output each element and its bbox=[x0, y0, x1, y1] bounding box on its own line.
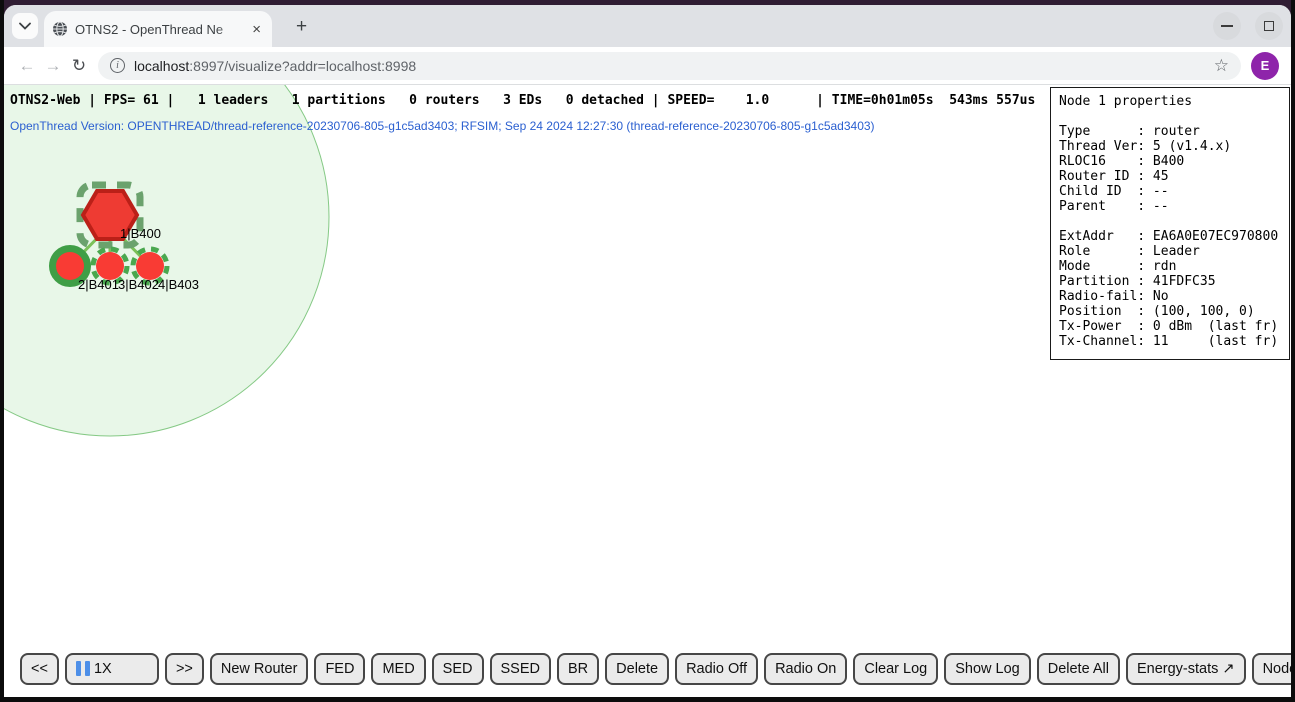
maximize-icon bbox=[1264, 21, 1274, 31]
reload-icon[interactable]: ↻ bbox=[66, 56, 92, 76]
clear-log-button[interactable]: Clear Log bbox=[853, 653, 938, 685]
bookmark-star-icon[interactable]: ☆ bbox=[1214, 56, 1229, 76]
node-properties-panel: Node 1 properties Type : router Thread V… bbox=[1050, 87, 1290, 360]
window-maximize-button[interactable] bbox=[1255, 12, 1283, 40]
radio-on-button[interactable]: Radio On bbox=[764, 653, 847, 685]
tab-close-icon[interactable]: × bbox=[249, 20, 264, 39]
delete-button[interactable]: Delete bbox=[605, 653, 669, 685]
node-1-label: 1|B400 bbox=[120, 226, 161, 241]
node-3-body bbox=[96, 252, 124, 280]
browser-window: OTNS2 - OpenThread Ne × + ← → ↻ i localh… bbox=[4, 5, 1291, 697]
node-3-label: 3|B402 bbox=[118, 277, 159, 292]
otns-visualizer-page: OTNS2-Web | FPS= 61 | 1 leaders 1 partit… bbox=[4, 85, 1291, 697]
tab-title-fade bbox=[216, 22, 242, 37]
node-stats-button[interactable]: Node-stats ↗ bbox=[1252, 653, 1291, 685]
node-4-body bbox=[136, 252, 164, 280]
node-2-label: 2|B401 bbox=[78, 277, 119, 292]
site-info-icon[interactable]: i bbox=[110, 58, 125, 73]
tab-search-button[interactable] bbox=[12, 13, 38, 39]
node-2-body bbox=[56, 252, 84, 280]
new-router-button[interactable]: New Router bbox=[210, 653, 309, 685]
radio-off-button[interactable]: Radio Off bbox=[675, 653, 758, 685]
med-button[interactable]: MED bbox=[371, 653, 425, 685]
minimize-icon bbox=[1221, 25, 1233, 27]
delete-all-button[interactable]: Delete All bbox=[1037, 653, 1120, 685]
fed-button[interactable]: FED bbox=[314, 653, 365, 685]
chevron-down-icon bbox=[19, 22, 31, 30]
back-icon[interactable]: ← bbox=[14, 56, 40, 76]
speed-button[interactable]: 1X bbox=[65, 653, 159, 685]
node-4-label: 4|B403 bbox=[158, 277, 199, 292]
forward-icon[interactable]: → bbox=[40, 56, 66, 76]
tab-strip: OTNS2 - OpenThread Ne × + bbox=[4, 5, 1291, 47]
browser-tab[interactable]: OTNS2 - OpenThread Ne × bbox=[44, 11, 272, 47]
show-log-button[interactable]: Show Log bbox=[944, 653, 1031, 685]
speed-label: 1X bbox=[94, 660, 112, 678]
url-text: localhost:8997/visualize?addr=localhost:… bbox=[134, 58, 416, 74]
profile-avatar[interactable]: E bbox=[1251, 52, 1279, 80]
openthread-version-text: OpenThread Version: OPENTHREAD/thread-re… bbox=[10, 119, 875, 133]
fast-forward-button[interactable]: >> bbox=[165, 653, 204, 685]
address-toolbar: ← → ↻ i localhost:8997/visualize?addr=lo… bbox=[4, 47, 1291, 85]
ssed-button[interactable]: SSED bbox=[490, 653, 552, 685]
action-toolbar: << 1X >> New Router FED MED SED SSED BR … bbox=[20, 653, 1291, 685]
sed-button[interactable]: SED bbox=[432, 653, 484, 685]
energy-stats-button[interactable]: Energy-stats ↗ bbox=[1126, 653, 1246, 685]
br-button[interactable]: BR bbox=[557, 653, 599, 685]
pause-icon bbox=[76, 661, 81, 676]
node-properties-title: Node 1 properties bbox=[1059, 94, 1281, 109]
rewind-button[interactable]: << bbox=[20, 653, 59, 685]
globe-favicon-icon bbox=[52, 21, 68, 37]
window-minimize-button[interactable] bbox=[1213, 12, 1241, 40]
new-tab-button[interactable]: + bbox=[290, 14, 313, 40]
node-properties-text: Type : router Thread Ver: 5 (v1.4.x) RLO… bbox=[1059, 109, 1281, 349]
simulation-status-bar: OTNS2-Web | FPS= 61 | 1 leaders 1 partit… bbox=[10, 93, 1035, 108]
address-bar[interactable]: i localhost:8997/visualize?addr=localhos… bbox=[98, 52, 1241, 80]
pause-icon bbox=[85, 661, 90, 676]
tab-title: OTNS2 - OpenThread Ne bbox=[75, 22, 242, 37]
